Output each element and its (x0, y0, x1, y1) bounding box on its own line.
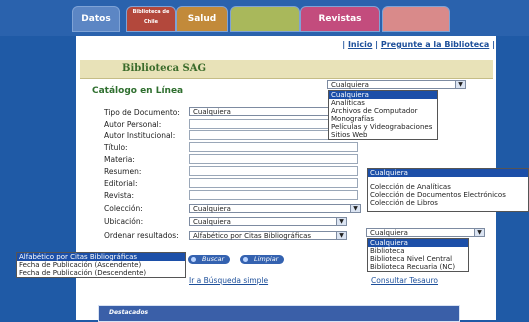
tipo-value: Cualquiera (193, 108, 231, 116)
ubicacion-select[interactable]: Cualquiera ▼ (189, 217, 347, 226)
pregunte-link[interactable]: Pregunte a la Biblioteca (381, 40, 489, 49)
ordenar-value: Alfabético por Citas Bibliográficas (193, 232, 312, 240)
limpiar-label: Limpiar (254, 255, 279, 263)
resumen-input[interactable] (189, 166, 358, 176)
ordenar-select[interactable]: Alfabético por Citas Bibliográficas ▼ (189, 231, 347, 240)
chevron-down-icon: ▼ (350, 205, 360, 212)
bullet-icon (243, 257, 248, 262)
option-ord-descendente[interactable]: Fecha de Publicación (Descendente) (17, 269, 185, 277)
tab-revistas[interactable]: Revistas (300, 6, 380, 32)
chevron-down-icon: ▼ (336, 218, 346, 225)
tab-biblioteca-chile[interactable]: Biblioteca de Chile (126, 6, 176, 32)
materia-input[interactable] (189, 154, 358, 164)
buscar-button[interactable]: Buscar (188, 255, 231, 264)
title-bar: Biblioteca SAG (80, 60, 493, 79)
buscar-label: Buscar (202, 255, 225, 263)
destacados-bar: Destacados (98, 305, 460, 322)
tipo-dropdown-value: Cualquiera (331, 81, 369, 89)
label-coleccion: Colección: (104, 204, 143, 213)
label-autor-personal: Autor Personal: (104, 120, 162, 129)
option-archivos[interactable]: Archivos de Computador (329, 107, 437, 115)
label-ubicacion: Ubicación: (104, 217, 144, 226)
bullet-icon (191, 257, 196, 262)
label-resumen: Resumen: (104, 167, 142, 176)
option-cualquiera[interactable]: Cualquiera (329, 91, 437, 99)
option-ub-cualquiera[interactable]: Cualquiera (368, 239, 468, 247)
chevron-down-icon: ▼ (474, 229, 484, 236)
option-ord-ascendente[interactable]: Fecha de Publicación (Ascendente) (17, 261, 185, 269)
catalogo-heading: Catálogo en Línea (92, 86, 184, 96)
tab-salud[interactable]: Salud (176, 6, 228, 32)
tipo-dropdown-header[interactable]: Cualquiera ▼ (327, 80, 466, 89)
option-analiticas[interactable]: Analíticas (329, 99, 437, 107)
coleccion-value: Cualquiera (193, 205, 231, 213)
tab-6[interactable] (382, 6, 450, 32)
limpiar-button[interactable]: Limpiar (240, 255, 285, 264)
label-titulo: Título: (104, 143, 128, 152)
option-col-documentos[interactable]: Colección de Documentos Electrónicos (368, 191, 528, 199)
chevron-down-icon: ▼ (336, 232, 346, 239)
ubicacion-dropdown-value: Cualquiera (370, 229, 408, 237)
tab-datos[interactable]: Datos (72, 6, 120, 32)
titulo-input[interactable] (189, 142, 358, 152)
label-materia: Materia: (104, 155, 135, 164)
top-banner: Datos Biblioteca de Chile Salud Revistas (0, 0, 529, 36)
option-peliculas[interactable]: Películas y Videograbaciones (329, 123, 437, 131)
editorial-input[interactable] (189, 178, 358, 188)
option-ub-nivel-central[interactable]: Biblioteca Nivel Central (368, 255, 468, 263)
destacados-title: Destacados (109, 309, 149, 316)
ubicacion-value: Cualquiera (193, 218, 231, 226)
label-ordenar: Ordenar resultados: (104, 231, 179, 240)
coleccion-dropdown-list: Cualquiera Colección de Analíticas Colec… (367, 168, 529, 212)
chevron-down-icon: ▼ (455, 81, 465, 88)
option-col-analiticas[interactable]: Colección de Analíticas (368, 183, 528, 191)
tipo-dropdown-list: Cualquiera Analíticas Archivos de Comput… (328, 90, 438, 140)
label-revista: Revista: (104, 191, 134, 200)
option-col-libros[interactable]: Colección de Libros (368, 199, 528, 207)
option-ub-recuaria[interactable]: Biblioteca Recuaria (NC) (368, 263, 468, 271)
coleccion-select[interactable]: Cualquiera ▼ (189, 204, 361, 213)
ubicacion-dropdown-header[interactable]: Cualquiera ▼ (366, 228, 485, 237)
label-editorial: Editorial: (104, 179, 138, 188)
tesauro-link[interactable]: Consultar Tesauro (371, 276, 438, 285)
ordenar-dropdown-list: Alfabético por Citas Bibliográficas Fech… (16, 252, 186, 278)
revista-input[interactable] (189, 190, 358, 200)
label-tipo: Tipo de Documento: (104, 108, 180, 117)
option-col-cualquiera[interactable]: Cualquiera (368, 169, 528, 177)
tab-4[interactable] (230, 6, 300, 32)
option-ord-alfabetico[interactable]: Alfabético por Citas Bibliográficas (17, 253, 185, 261)
option-monografias[interactable]: Monografías (329, 115, 437, 123)
ubicacion-dropdown-list: Cualquiera Biblioteca Biblioteca Nivel C… (367, 238, 469, 272)
label-autor-institucional: Autor Institucional: (104, 131, 176, 140)
inicio-link[interactable]: Inicio (348, 40, 372, 49)
option-ub-biblioteca[interactable]: Biblioteca (368, 247, 468, 255)
option-sitios-web[interactable]: Sitios Web (329, 131, 437, 139)
top-links: | Inicio | Pregunte a la Biblioteca | (342, 40, 495, 49)
page-title: Biblioteca SAG (122, 63, 207, 74)
busqueda-simple-link[interactable]: Ir a Búsqueda simple (189, 276, 268, 285)
